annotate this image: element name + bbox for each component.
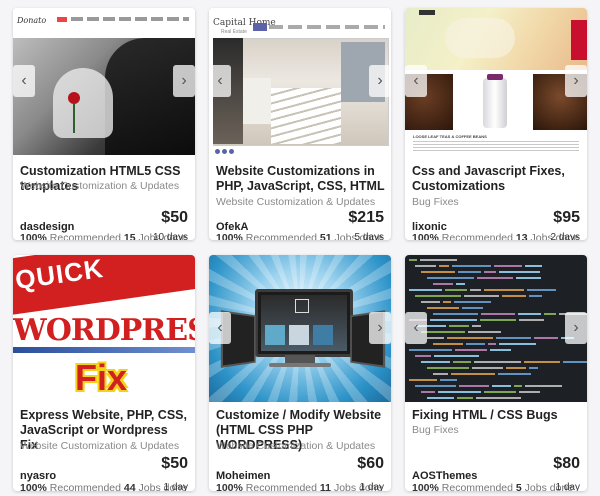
- delivery-days: 1 day: [555, 482, 580, 491]
- recommended-percent: 100%: [216, 232, 243, 240]
- thumb-logo-sub: Real Estate: [221, 29, 247, 35]
- card-title[interactable]: Css and Javascript Fixes, Customizations: [412, 164, 581, 194]
- card-price: $215: [348, 209, 384, 226]
- card-thumbnail[interactable]: QUICK WORDPRESS Fix: [13, 255, 195, 402]
- delivery-days: 5 days: [354, 232, 384, 240]
- service-card[interactable]: QUICK WORDPRESS Fix Express Website, PHP…: [13, 255, 195, 491]
- recommended-percent: 100%: [20, 482, 47, 491]
- carousel-prev-icon[interactable]: ‹: [405, 65, 427, 97]
- delivery-days: 1 day: [359, 482, 384, 491]
- carousel-next-icon[interactable]: ›: [369, 65, 391, 97]
- recommended-percent: 100%: [20, 232, 47, 240]
- jobs-count: 5: [515, 482, 522, 491]
- thumb-word-fix: Fix: [75, 357, 128, 398]
- recommended-stats: 100% Recommended 44 Jobs done: [20, 482, 187, 491]
- delivery-days: 10 days: [152, 232, 188, 240]
- service-card[interactable]: ‹ › Fixing HTML / CSS Bugs Bug Fixes AOS…: [405, 255, 587, 491]
- jobs-count: 51: [319, 232, 332, 240]
- service-card[interactable]: Donato ‹ › Customization HTML5 CSS templ…: [13, 8, 195, 240]
- carousel-prev-icon[interactable]: ‹: [209, 312, 231, 344]
- card-title[interactable]: Fixing HTML / CSS Bugs: [412, 408, 581, 423]
- code-editor-image: [409, 259, 587, 399]
- recommended-label: Recommended: [245, 482, 317, 491]
- seller-name[interactable]: nyasro: [20, 470, 56, 482]
- card-thumbnail[interactable]: LOOSE LEAF TEAS & COFFEE BEANS ‹ ›: [405, 8, 587, 155]
- card-thumbnail[interactable]: ‹ ›: [405, 255, 587, 402]
- jobs-count: 13: [515, 232, 528, 240]
- recommended-label: Recommended: [441, 482, 513, 491]
- card-thumbnail[interactable]: Capital Home Real Estate ‹ ›: [209, 8, 391, 155]
- seller-name[interactable]: AOSThemes: [412, 470, 477, 482]
- card-category[interactable]: Bug Fixes: [412, 196, 459, 208]
- carousel-prev-icon[interactable]: ‹: [209, 65, 231, 97]
- card-category[interactable]: Website Customization & Updates: [216, 440, 375, 452]
- card-thumbnail[interactable]: Donato ‹ ›: [13, 8, 195, 155]
- card-price: $80: [553, 455, 580, 472]
- recommended-label: Recommended: [49, 232, 121, 240]
- seller-name[interactable]: Moheimen: [216, 470, 270, 482]
- carousel-next-icon[interactable]: ›: [173, 65, 195, 97]
- card-category[interactable]: Website Customization & Updates: [20, 180, 179, 192]
- card-price: $60: [357, 455, 384, 472]
- jobs-count: 44: [123, 482, 136, 491]
- brand-ribbon: [571, 20, 587, 60]
- recommended-label: Recommended: [245, 232, 317, 240]
- service-card[interactable]: ‹ › Customize / Modify Website (HTML CSS…: [209, 255, 391, 491]
- card-thumbnail[interactable]: ‹ ›: [209, 255, 391, 402]
- delivery-days: 1 day: [163, 482, 188, 491]
- thumb-logo: Donato: [17, 16, 47, 25]
- thumb-word-wordpress: WORDPRESS: [13, 313, 195, 348]
- carousel-prev-icon[interactable]: ‹: [405, 312, 427, 344]
- card-price: $95: [553, 209, 580, 226]
- carousel-prev-icon[interactable]: ‹: [13, 65, 35, 97]
- recommended-percent: 100%: [412, 232, 439, 240]
- recommended-stats: 100% Recommended 5 Jobs done: [412, 482, 573, 491]
- jobs-count: 11: [319, 482, 332, 491]
- card-category[interactable]: Bug Fixes: [412, 424, 459, 436]
- card-price: $50: [161, 455, 188, 472]
- recommended-percent: 100%: [216, 482, 243, 491]
- carousel-next-icon[interactable]: ›: [565, 312, 587, 344]
- card-category[interactable]: Website Customization & Updates: [216, 196, 375, 208]
- card-category[interactable]: Website Customization & Updates: [20, 440, 179, 452]
- thumb-caption: LOOSE LEAF TEAS & COFFEE BEANS: [413, 134, 487, 139]
- recommended-label: Recommended: [49, 482, 121, 491]
- card-title[interactable]: Website Customizations in PHP, JavaScrip…: [216, 164, 385, 194]
- carousel-next-icon[interactable]: ›: [369, 312, 391, 344]
- service-card[interactable]: LOOSE LEAF TEAS & COFFEE BEANS ‹ › Css a…: [405, 8, 587, 240]
- recommended-label: Recommended: [441, 232, 513, 240]
- carousel-next-icon[interactable]: ›: [565, 65, 587, 97]
- card-price: $50: [161, 209, 188, 226]
- recommended-percent: 100%: [412, 482, 439, 491]
- jobs-count: 15: [123, 232, 136, 240]
- recommended-stats: 100% Recommended 11 Jobs done: [216, 482, 382, 491]
- service-card[interactable]: Capital Home Real Estate ‹ › Website Cus…: [209, 8, 391, 240]
- delivery-days: 2 days: [550, 232, 580, 240]
